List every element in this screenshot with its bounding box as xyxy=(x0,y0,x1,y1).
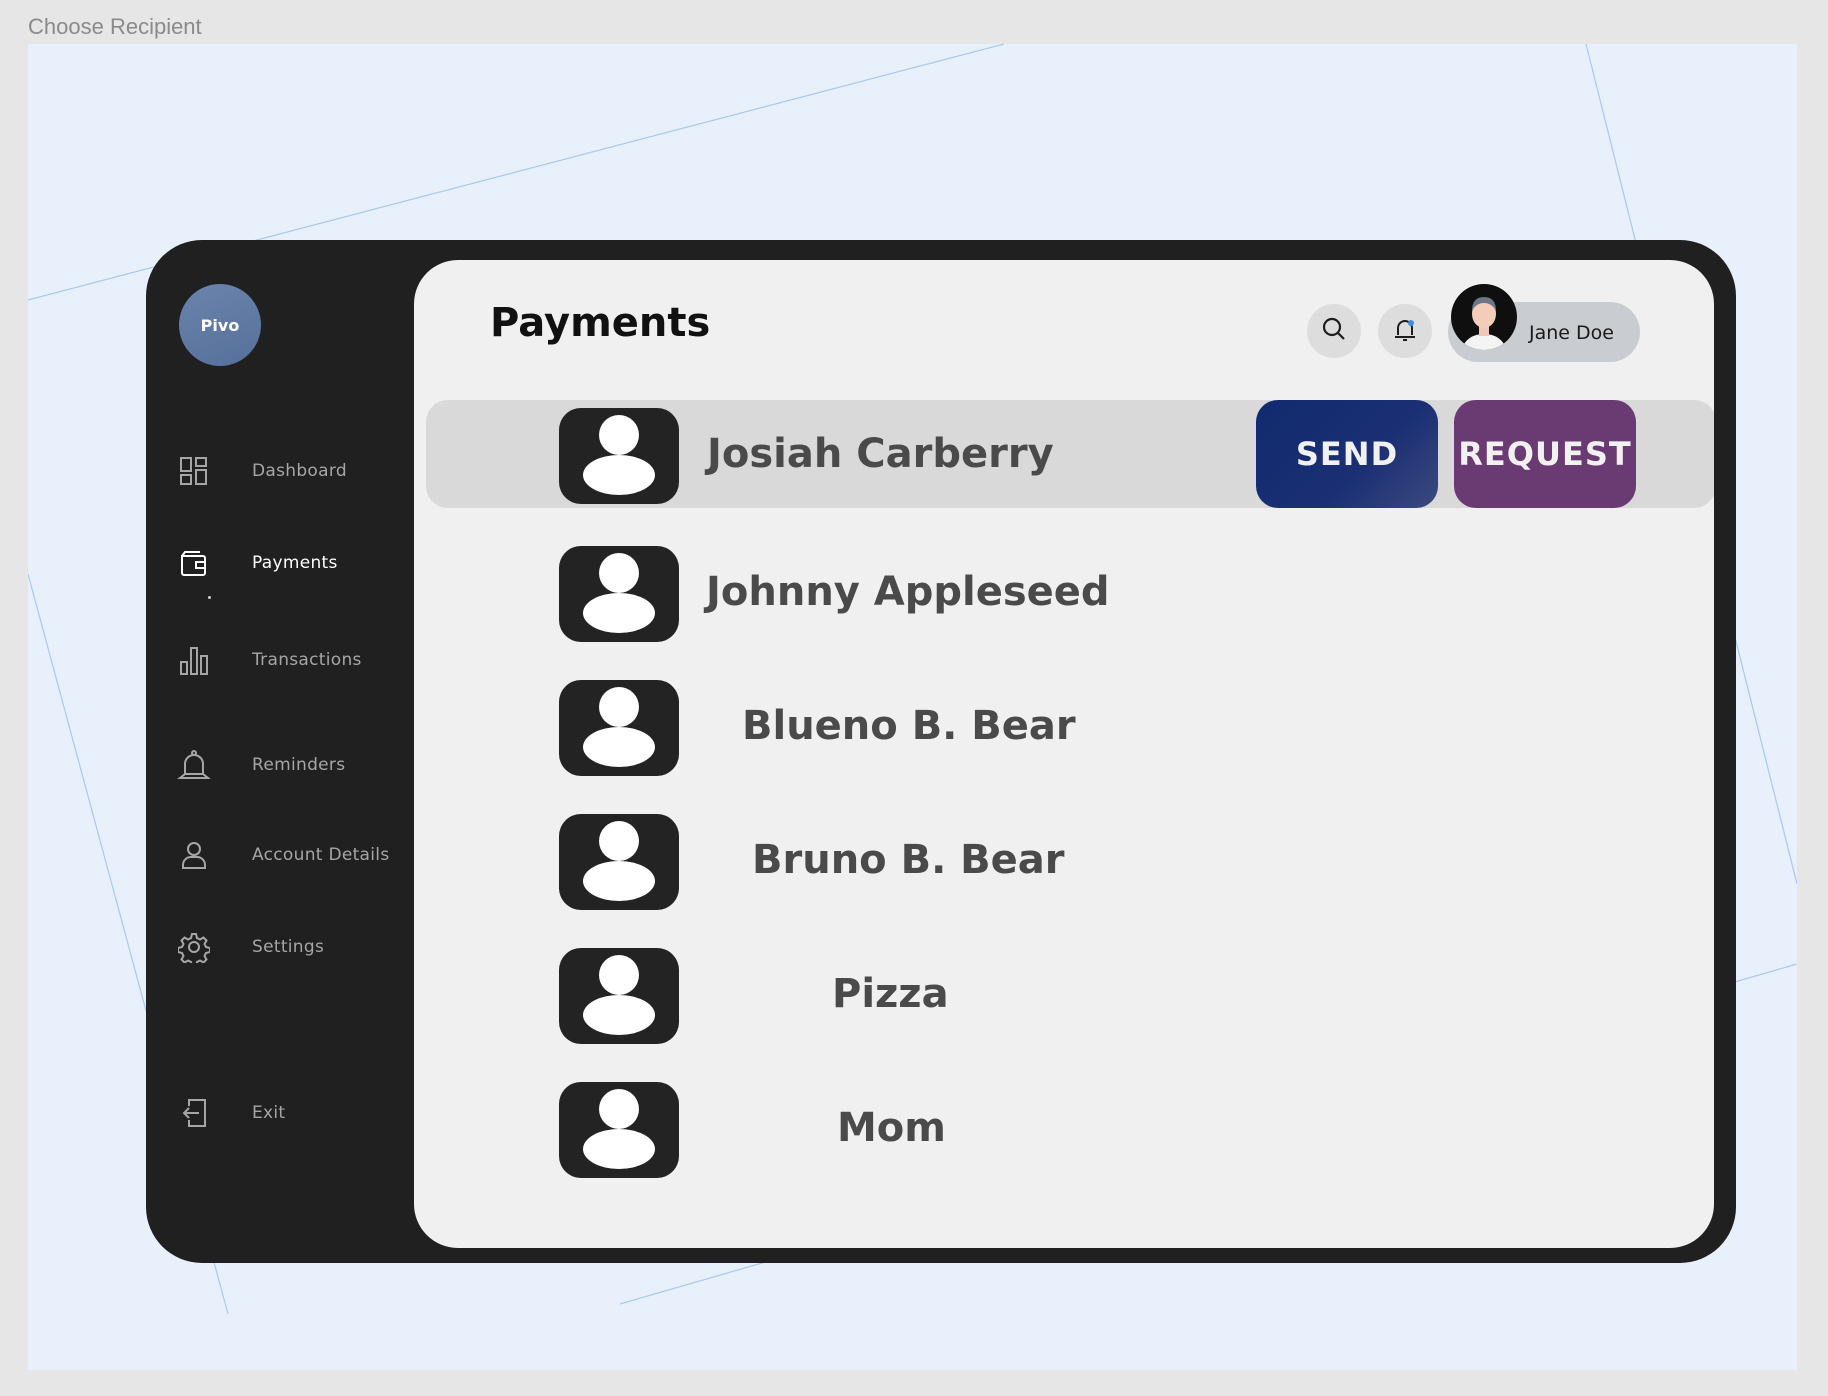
recipient-list: Josiah Carberry SEND REQUEST Johnny Appl… xyxy=(414,260,1714,1248)
sidebar-item-label: Payments xyxy=(252,553,338,573)
sidebar-item-reminders[interactable]: Reminders xyxy=(176,742,412,788)
sidebar-item-payments[interactable]: Payments xyxy=(176,540,412,586)
recipient-name: Johnny Appleseed xyxy=(706,569,1110,615)
sidebar-item-label: Dashboard xyxy=(252,461,347,481)
contact-avatar-icon xyxy=(559,1082,679,1178)
canvas: Pivo Dashboard Payments Transactions Rem… xyxy=(28,44,1797,1370)
wallet-icon xyxy=(176,545,212,581)
recipient-name: Mom xyxy=(837,1105,946,1151)
contact-avatar-icon xyxy=(559,680,679,776)
gear-icon xyxy=(176,929,212,965)
sidebar-item-transactions[interactable]: Transactions xyxy=(176,637,412,683)
recipient-name: Josiah Carberry xyxy=(707,431,1054,477)
sidebar-item-exit[interactable]: Exit xyxy=(176,1090,412,1136)
dashboard-grid-icon xyxy=(176,453,212,489)
sidebar-item-label: Settings xyxy=(252,937,325,957)
recipient-row[interactable]: Johnny Appleseed xyxy=(426,538,1714,646)
bar-chart-icon xyxy=(176,642,212,678)
frame-label: Choose Recipient xyxy=(28,14,202,39)
contact-avatar-icon xyxy=(559,546,679,642)
recipient-name: Blueno B. Bear xyxy=(742,703,1076,749)
bell-icon xyxy=(176,747,212,783)
sidebar: Pivo Dashboard Payments Transactions Rem… xyxy=(146,240,414,1263)
request-button[interactable]: REQUEST xyxy=(1454,400,1636,508)
logo-text: Pivo xyxy=(200,315,240,335)
sidebar-item-account-details[interactable]: Account Details xyxy=(176,832,412,878)
contact-avatar-icon xyxy=(559,408,679,504)
sidebar-item-label: Account Details xyxy=(252,845,390,865)
recipient-row[interactable]: Blueno B. Bear xyxy=(426,672,1714,780)
sidebar-item-label: Transactions xyxy=(252,650,362,670)
main-panel: Payments Jane Doe Josiah Carberry SEND R… xyxy=(414,260,1714,1248)
sidebar-item-dashboard[interactable]: Dashboard xyxy=(176,448,412,494)
exit-icon xyxy=(176,1095,212,1131)
recipient-row[interactable]: Pizza xyxy=(426,940,1714,1048)
app-logo[interactable]: Pivo xyxy=(179,284,261,366)
recipient-name: Pizza xyxy=(832,971,949,1017)
sidebar-item-label: Exit xyxy=(252,1103,286,1123)
recipient-name: Bruno B. Bear xyxy=(752,837,1065,883)
recipient-row-selected[interactable]: Josiah Carberry SEND REQUEST xyxy=(426,400,1714,508)
sidebar-item-settings[interactable]: Settings xyxy=(176,924,412,970)
active-indicator-dot xyxy=(208,596,211,599)
app-device-frame: Pivo Dashboard Payments Transactions Rem… xyxy=(146,240,1736,1263)
send-button[interactable]: SEND xyxy=(1256,400,1438,508)
sidebar-item-label: Reminders xyxy=(252,755,346,775)
recipient-row[interactable]: Mom xyxy=(426,1074,1714,1182)
contact-avatar-icon xyxy=(559,948,679,1044)
user-icon xyxy=(176,837,212,873)
recipient-row[interactable]: Bruno B. Bear xyxy=(426,806,1714,914)
contact-avatar-icon xyxy=(559,814,679,910)
